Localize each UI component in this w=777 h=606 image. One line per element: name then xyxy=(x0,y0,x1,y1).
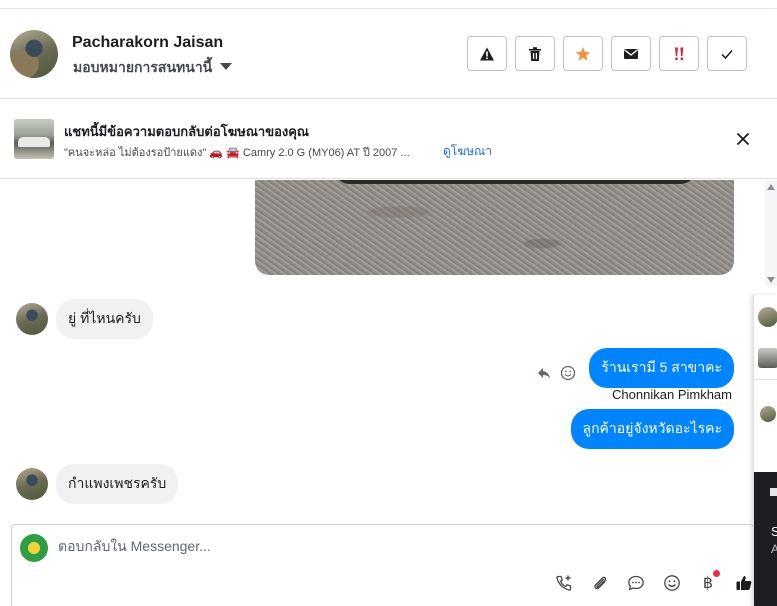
close-icon xyxy=(736,132,750,146)
call-button[interactable] xyxy=(554,573,574,593)
thumbs-up-icon xyxy=(736,576,752,590)
chat-bubble-icon xyxy=(628,575,644,591)
contact-avatar[interactable] xyxy=(10,30,58,78)
outgoing-message[interactable]: ลูกค้าอยู่จังหวัดอะไรคะ xyxy=(570,409,734,449)
follow-up-button[interactable] xyxy=(659,36,699,71)
mark-unread-button[interactable] xyxy=(611,36,651,71)
side-dark-popup: S A xyxy=(754,472,777,606)
sender-name: Chonnikan Pimkham xyxy=(612,387,732,402)
incoming-message[interactable]: ยู่ ที่ไหนครับ xyxy=(56,299,153,339)
star-icon xyxy=(575,46,591,61)
contact-avatar-small[interactable] xyxy=(16,468,48,500)
message-thread[interactable]: ยู่ ที่ไหนครับ ร้านเรามี 5 สาขาคะ Chonni… xyxy=(0,180,765,523)
incoming-message-row: กำแพงเพชรครับ xyxy=(16,464,179,504)
baht-icon: ฿ xyxy=(702,575,714,592)
message-composer: ฿ xyxy=(11,524,754,606)
report-spam-button[interactable] xyxy=(467,36,507,71)
exclamation-icon xyxy=(675,47,684,60)
ad-description: "คนจะหล่อ ไม่ต้องรอป้ายแดง" 🚗 🚘 Camry 2.… xyxy=(64,147,410,159)
view-ad-link[interactable]: ดูโฆษณา xyxy=(443,142,492,161)
paperclip-icon xyxy=(594,576,607,590)
side-divider xyxy=(754,379,777,380)
ad-banner-title: แชทนี้มีข้อความตอบกลับต่อโฆษณาของคุณ xyxy=(64,124,309,139)
smiley-icon xyxy=(664,575,680,591)
side-ad-thumbnail[interactable] xyxy=(758,348,777,368)
payment-button[interactable]: ฿ xyxy=(698,570,720,593)
reply-input[interactable] xyxy=(58,538,658,554)
close-banner-button[interactable] xyxy=(733,129,753,149)
thread-scrollbar[interactable] xyxy=(765,180,777,286)
delete-button[interactable] xyxy=(515,36,555,71)
conversation-actions xyxy=(467,36,747,71)
page-avatar xyxy=(20,534,48,562)
trash-icon xyxy=(529,46,541,61)
send-like-button[interactable] xyxy=(734,573,754,593)
incoming-message-row: ยู่ ที่ไหนครับ xyxy=(16,299,153,339)
ad-thumbnail[interactable] xyxy=(14,119,54,159)
incoming-message[interactable]: กำแพงเพชรครับ xyxy=(56,464,179,504)
saved-replies-button[interactable] xyxy=(626,573,646,593)
emoji-button[interactable] xyxy=(662,573,682,593)
notification-dot xyxy=(713,570,720,577)
envelope-icon xyxy=(624,48,638,59)
car-underside xyxy=(335,180,695,184)
star-button[interactable] xyxy=(563,36,603,71)
react-button[interactable] xyxy=(559,364,577,382)
popup-icon xyxy=(770,488,777,496)
side-avatar[interactable] xyxy=(758,307,777,327)
popup-text-line1: S xyxy=(771,524,777,539)
popup-text-line2: A xyxy=(771,542,777,556)
side-avatar-small[interactable] xyxy=(760,406,776,422)
check-icon xyxy=(721,49,733,59)
assign-conversation-dropdown[interactable]: มอบหมายการสนทนานี้ xyxy=(73,57,233,79)
reply-icon xyxy=(538,368,550,379)
caret-down-icon xyxy=(220,63,233,70)
reply-button[interactable] xyxy=(535,364,553,382)
mark-done-button[interactable] xyxy=(707,36,747,71)
attach-file-button[interactable] xyxy=(590,573,610,593)
warning-icon xyxy=(480,47,494,60)
composer-toolbar: ฿ xyxy=(554,570,754,593)
assign-label: มอบหมายการสนทนานี้ xyxy=(73,59,213,75)
conversation-header: Pacharakorn Jaisan มอบหมายการสนทนานี้ xyxy=(0,9,777,99)
phone-plus-icon xyxy=(556,575,572,591)
side-panel: S A xyxy=(753,295,777,606)
scroll-up-arrow-icon[interactable] xyxy=(767,184,775,190)
outgoing-message[interactable]: ร้านเรามี 5 สาขาคะ xyxy=(589,348,734,388)
ad-reply-banner: แชทนี้มีข้อความตอบกลับต่อโฆษณาของคุณ "คน… xyxy=(0,99,777,179)
contact-name[interactable]: Pacharakorn Jaisan xyxy=(72,34,223,52)
smiley-icon xyxy=(560,365,576,381)
scroll-down-arrow-icon[interactable] xyxy=(767,277,775,283)
shared-photo[interactable] xyxy=(255,180,734,275)
contact-avatar-small[interactable] xyxy=(16,303,48,335)
message-actions xyxy=(535,364,577,382)
